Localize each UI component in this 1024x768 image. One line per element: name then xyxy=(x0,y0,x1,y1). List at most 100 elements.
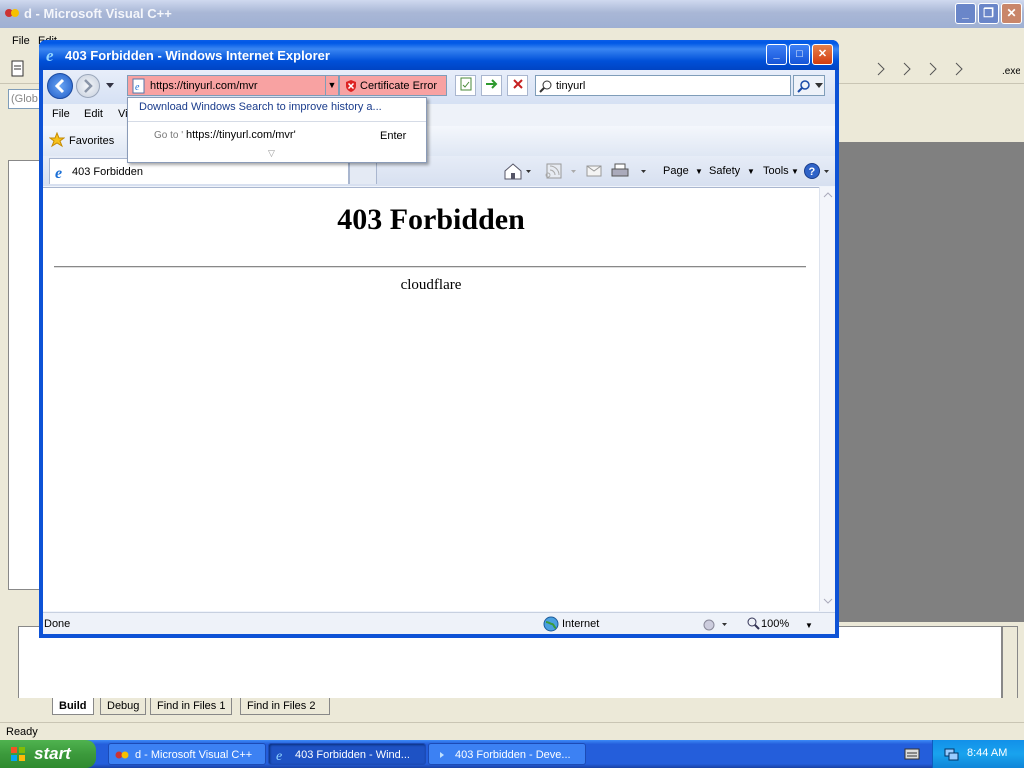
new-file-icon[interactable] xyxy=(10,60,26,78)
goto-url[interactable]: https://tinyurl.com/mvr' xyxy=(186,129,296,141)
task-ie[interactable]: e 403 Forbidden - Wind... xyxy=(268,743,426,765)
vc-minimize-button[interactable]: _ xyxy=(955,3,976,24)
start-button[interactable]: start xyxy=(0,740,96,768)
svg-text:e: e xyxy=(46,47,54,63)
tools-menu[interactable]: Tools xyxy=(763,165,789,177)
vertical-scrollbar[interactable] xyxy=(819,187,835,611)
forward-button[interactable] xyxy=(76,74,100,98)
stop-icon xyxy=(512,79,523,89)
task-dev-tools[interactable]: 403 Forbidden - Deve... xyxy=(428,743,586,765)
help-icon[interactable]: ? xyxy=(803,162,833,180)
globe-icon xyxy=(543,616,559,632)
vc-menu-file[interactable]: File xyxy=(12,35,30,47)
ie-title-bar[interactable]: e 403 Forbidden - Windows Internet Explo… xyxy=(39,40,839,70)
server-name: cloudflare xyxy=(400,277,462,293)
build-toolbar-icons[interactable]: .exe xyxy=(870,60,1020,78)
vc-app-icon xyxy=(115,751,129,759)
scroll-up-icon[interactable] xyxy=(823,191,833,199)
address-text: https://tinyurl.com/mvr xyxy=(150,80,258,92)
status-text: Done xyxy=(44,618,71,630)
vc-workspace-pane xyxy=(0,112,40,622)
task-visual-cpp[interactable]: d - Microsoft Visual C++ xyxy=(108,743,266,765)
home-icon[interactable] xyxy=(503,162,531,180)
horizontal-rule xyxy=(54,266,806,268)
page-icon: e xyxy=(132,78,145,94)
certificate-error-button[interactable]: Certificate Error xyxy=(339,75,447,96)
history-dropdown-icon[interactable] xyxy=(105,82,115,90)
mail-icon[interactable] xyxy=(585,162,607,180)
windows-search-suggestion[interactable]: Download Windows Search to improve histo… xyxy=(139,101,382,113)
address-dropdown-button[interactable]: ▼ xyxy=(325,75,339,96)
vc-title: d - Microsoft Visual C++ xyxy=(24,6,172,21)
ie-status-bar: Done Internet 100% ▼ xyxy=(43,612,835,634)
svg-text:e: e xyxy=(135,82,140,93)
svg-text:?: ? xyxy=(809,166,816,178)
scroll-down-icon[interactable] xyxy=(823,597,833,605)
chevron-down-icon[interactable]: ▼ xyxy=(805,621,813,630)
vc-output-tabs: Build Debug Find in Files 1 Find in File… xyxy=(0,698,1024,716)
tab-build[interactable]: Build xyxy=(52,698,94,715)
vc-restore-button[interactable]: ❐ xyxy=(978,3,999,24)
network-icon[interactable] xyxy=(943,746,959,762)
windows-flag-icon xyxy=(11,747,25,761)
zone-label[interactable]: Internet xyxy=(562,618,599,630)
ie-maximize-button[interactable]: □ xyxy=(789,44,810,65)
favorites-button[interactable]: Favorites xyxy=(47,131,117,151)
command-bar: Page ▼ Safety ▼ Tools ▼ ? xyxy=(499,156,835,186)
address-bar[interactable]: e https://tinyurl.com/mvr xyxy=(127,75,337,96)
chevron-down-icon: ▼ xyxy=(747,167,755,176)
search-button[interactable] xyxy=(793,75,825,96)
star-icon xyxy=(49,132,65,148)
chevron-down-icon xyxy=(815,83,823,88)
svg-text:e: e xyxy=(276,749,282,762)
svg-text:e: e xyxy=(55,165,62,180)
feeds-icon[interactable] xyxy=(545,162,577,180)
ie-icon: e xyxy=(276,749,282,762)
start-label: start xyxy=(34,744,71,763)
vc-scope-combo[interactable]: (Glob xyxy=(8,89,42,109)
keyboard-icon[interactable] xyxy=(904,748,920,760)
chevron-down-icon: ▼ xyxy=(695,167,703,176)
compatibility-button[interactable] xyxy=(455,75,476,96)
print-icon[interactable] xyxy=(611,162,649,180)
protected-mode-icon[interactable] xyxy=(701,616,731,632)
menu-file[interactable]: File xyxy=(52,108,70,120)
magnifier-icon xyxy=(797,80,810,93)
enter-hint: Enter xyxy=(380,130,407,142)
search-box[interactable]: tinyurl xyxy=(535,75,791,96)
tab-debug[interactable]: Debug xyxy=(100,698,147,715)
tab-find-in-files-1[interactable]: Find in Files 1 xyxy=(150,698,233,715)
compatibility-icon xyxy=(460,77,471,91)
tab-find-in-files-2[interactable]: Find in Files 2 xyxy=(240,698,330,715)
stop-button[interactable] xyxy=(507,75,528,96)
ie-minimize-button[interactable]: _ xyxy=(766,44,787,65)
safety-menu[interactable]: Safety xyxy=(709,165,740,177)
zoom-level[interactable]: 100% xyxy=(761,618,789,630)
back-button[interactable] xyxy=(47,73,73,99)
go-button[interactable] xyxy=(481,75,502,96)
vc-title-bar[interactable]: d - Microsoft Visual C++ _ ❐ ✕ xyxy=(0,0,1024,28)
page-content[interactable]: 403 Forbidden cloudflare xyxy=(43,187,819,611)
system-tray: 8:44 AM xyxy=(932,740,1024,768)
task-label: d - Microsoft Visual C++ xyxy=(135,749,253,761)
shield-error-icon xyxy=(346,80,356,92)
go-arrow-icon xyxy=(485,79,497,89)
back-arrow-icon xyxy=(54,78,65,94)
vc-status-bar: Ready xyxy=(0,722,1024,740)
chevron-down-icon: ▼ xyxy=(791,167,799,176)
vc-editor-header xyxy=(838,112,1024,142)
menu-edit[interactable]: Edit xyxy=(84,108,103,120)
ie-icon: e xyxy=(46,47,54,63)
task-label: 403 Forbidden - Deve... xyxy=(455,749,571,761)
vc-app-icon xyxy=(5,9,19,17)
ie-close-button[interactable]: ✕ xyxy=(812,44,833,65)
vc-close-button[interactable]: ✕ xyxy=(1001,3,1022,24)
zoom-icon xyxy=(747,617,760,630)
clock[interactable]: 8:44 AM xyxy=(967,747,1007,759)
taskbar: start d - Microsoft Visual C++ e 403 For… xyxy=(0,740,1024,768)
address-autocomplete-dropdown: Download Windows Search to improve histo… xyxy=(127,97,427,163)
vc-output-scrollbar[interactable] xyxy=(1002,626,1018,700)
expand-chevron-icon[interactable]: ▽ xyxy=(268,148,275,159)
page-menu[interactable]: Page xyxy=(663,165,689,177)
search-text: tinyurl xyxy=(556,80,586,92)
